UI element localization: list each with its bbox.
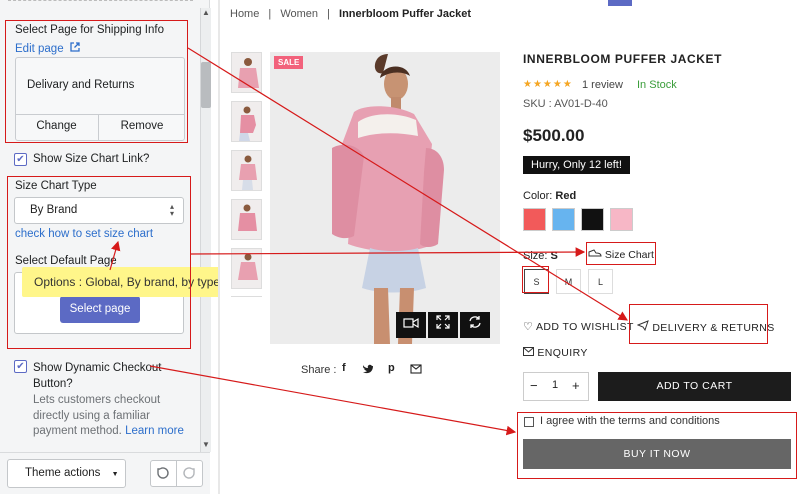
- arrow-shipping-to-delivery: [187, 47, 629, 321]
- annotation-arrows: [109, 47, 629, 436]
- arrow-tooltip-to-select: [109, 240, 121, 271]
- arrow-sizechart-to-link: [190, 247, 586, 257]
- arrow-checkout-to-buy: [149, 365, 517, 436]
